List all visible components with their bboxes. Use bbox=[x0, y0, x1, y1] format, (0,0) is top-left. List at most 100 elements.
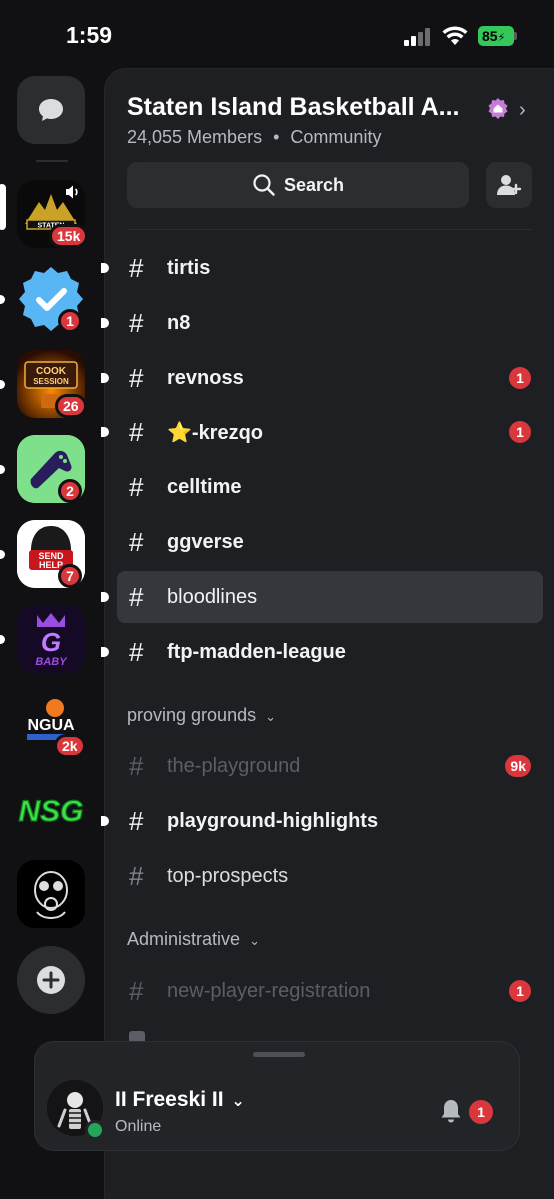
channel-revnoss[interactable]: # revnoss 1 bbox=[101, 352, 543, 404]
channel-ftp-madden-league[interactable]: # ftp-madden-league bbox=[101, 626, 543, 678]
hashtag-icon: # bbox=[129, 416, 144, 447]
add-server-button[interactable] bbox=[17, 946, 85, 1014]
server-title[interactable]: Staten Island Basketball A... bbox=[127, 93, 460, 122]
server-meta: 24,055 Members • Community bbox=[127, 127, 381, 148]
server-ngua[interactable]: NGUA 2k bbox=[0, 690, 104, 758]
unread-indicator bbox=[0, 550, 5, 559]
channel-name: ftp-madden-league bbox=[167, 640, 346, 663]
channel-name: celltime bbox=[167, 475, 242, 498]
wifi-icon bbox=[442, 26, 468, 45]
header-divider bbox=[127, 229, 533, 230]
bell-icon[interactable] bbox=[439, 1098, 463, 1124]
unread-indicator bbox=[0, 635, 5, 644]
server-badge: 15k bbox=[49, 224, 89, 248]
hashtag-icon: # bbox=[129, 581, 144, 612]
meta-separator: • bbox=[273, 127, 280, 147]
server-nsg[interactable]: NSG bbox=[0, 775, 104, 843]
direct-messages-button[interactable] bbox=[17, 76, 85, 144]
server-verified[interactable]: 1 bbox=[0, 265, 104, 333]
category-name: Administrative bbox=[127, 929, 241, 949]
svg-text:G: G bbox=[41, 627, 61, 657]
unread-indicator bbox=[0, 465, 5, 474]
username-label: II Freeski II bbox=[115, 1088, 224, 1111]
channel-name: n8 bbox=[167, 311, 191, 334]
battery-level: 85 bbox=[482, 28, 498, 44]
unread-indicator bbox=[101, 592, 109, 602]
hashtag-icon: # bbox=[129, 805, 144, 836]
selected-indicator bbox=[0, 184, 6, 230]
member-count: 24,055 Members bbox=[127, 127, 263, 147]
hashtag-icon: # bbox=[129, 471, 144, 502]
unread-indicator bbox=[101, 263, 109, 273]
mention-badge: 9k bbox=[505, 755, 531, 777]
hashtag-icon: # bbox=[129, 860, 144, 891]
server-cook-session[interactable]: COOK SESSION 26 bbox=[0, 350, 104, 418]
user-status: Online bbox=[115, 1118, 162, 1135]
speaker-icon bbox=[66, 185, 78, 199]
hashtag-icon: # bbox=[129, 252, 144, 283]
category-proving-grounds[interactable]: proving grounds ⌄ bbox=[127, 705, 276, 726]
svg-text:BABY: BABY bbox=[35, 656, 68, 668]
channel-name: bloodlines bbox=[167, 585, 258, 608]
server-badge: 7 bbox=[58, 564, 82, 588]
unread-indicator bbox=[101, 318, 109, 328]
notification-badge: 1 bbox=[469, 1100, 493, 1124]
server-logo-text: NSG bbox=[18, 795, 83, 828]
unread-indicator bbox=[101, 373, 109, 383]
unread-indicator bbox=[0, 380, 5, 389]
channel-name: top-prospects bbox=[167, 864, 289, 887]
channel-new-player-registration[interactable]: # new-player-registration 1 bbox=[117, 965, 543, 1017]
channel-ggverse[interactable]: # ggverse bbox=[117, 516, 543, 568]
search-icon bbox=[253, 174, 275, 196]
server-gasmask[interactable] bbox=[0, 860, 104, 928]
category-administrative[interactable]: Administrative ⌄ bbox=[127, 929, 260, 950]
battery-tip bbox=[514, 32, 517, 40]
server-staten[interactable]: STATEN 15k bbox=[0, 180, 104, 248]
channel-celltime[interactable]: # celltime bbox=[117, 461, 543, 513]
unread-indicator bbox=[101, 816, 109, 826]
rail-divider bbox=[36, 160, 68, 162]
server-badge: 26 bbox=[55, 394, 87, 418]
channel-bloodlines[interactable]: # bloodlines bbox=[101, 571, 543, 623]
mention-badge: 1 bbox=[509, 367, 531, 389]
channel-tirtis[interactable]: # tirtis bbox=[101, 242, 543, 294]
channel-playground-highlights[interactable]: # playground-highlights bbox=[101, 795, 543, 847]
svg-text:COOK: COOK bbox=[36, 366, 67, 377]
hashtag-icon: # bbox=[129, 975, 144, 1006]
server-g-baby[interactable]: G BABY bbox=[0, 605, 104, 673]
channel-name: the-playground bbox=[167, 754, 301, 777]
server-icon: NSG bbox=[17, 775, 85, 843]
server-icon bbox=[17, 860, 85, 928]
category-name: proving grounds bbox=[127, 705, 257, 725]
server-send-help[interactable]: SEND HELP 7 bbox=[0, 520, 104, 588]
svg-text:SESSION: SESSION bbox=[33, 377, 69, 386]
server-badge: 1 bbox=[58, 309, 82, 333]
gas-mask-icon bbox=[17, 860, 85, 928]
server-badge: 2k bbox=[54, 734, 86, 758]
drag-handle[interactable] bbox=[253, 1052, 305, 1057]
search-button[interactable]: Search bbox=[127, 162, 469, 208]
server-logo-text: NGUA bbox=[27, 717, 75, 734]
channel-the-playground[interactable]: # the-playground 9k bbox=[117, 740, 543, 792]
channel-name: revnoss bbox=[167, 366, 244, 389]
server-gaming[interactable]: 2 bbox=[0, 435, 104, 503]
clock: 1:59 bbox=[66, 22, 113, 48]
channel-krezqo[interactable]: # ⭐-krezqo 1 bbox=[101, 406, 543, 458]
channel-n8[interactable]: # n8 bbox=[101, 297, 543, 349]
invite-members-button[interactable] bbox=[486, 162, 532, 208]
username[interactable]: II Freeski II ⌄ bbox=[115, 1088, 245, 1112]
user-panel[interactable]: II Freeski II ⌄ Online 1 bbox=[34, 1041, 520, 1151]
add-user-icon bbox=[497, 175, 522, 195]
chevron-down-icon: ⌄ bbox=[249, 933, 260, 948]
chevron-right-icon[interactable]: › bbox=[519, 99, 526, 122]
hashtag-icon: # bbox=[129, 750, 144, 781]
server-badge: 2 bbox=[58, 479, 82, 503]
status-bar: 1:59 85⚡ bbox=[0, 0, 554, 70]
unread-indicator bbox=[101, 647, 109, 657]
server-type: Community bbox=[290, 127, 382, 147]
mention-badge: 1 bbox=[509, 421, 531, 443]
hashtag-icon: # bbox=[129, 307, 144, 338]
battery-indicator: 85⚡ bbox=[478, 26, 514, 46]
channel-top-prospects[interactable]: # top-prospects bbox=[117, 850, 543, 902]
cellular-signal-icon bbox=[404, 28, 434, 46]
